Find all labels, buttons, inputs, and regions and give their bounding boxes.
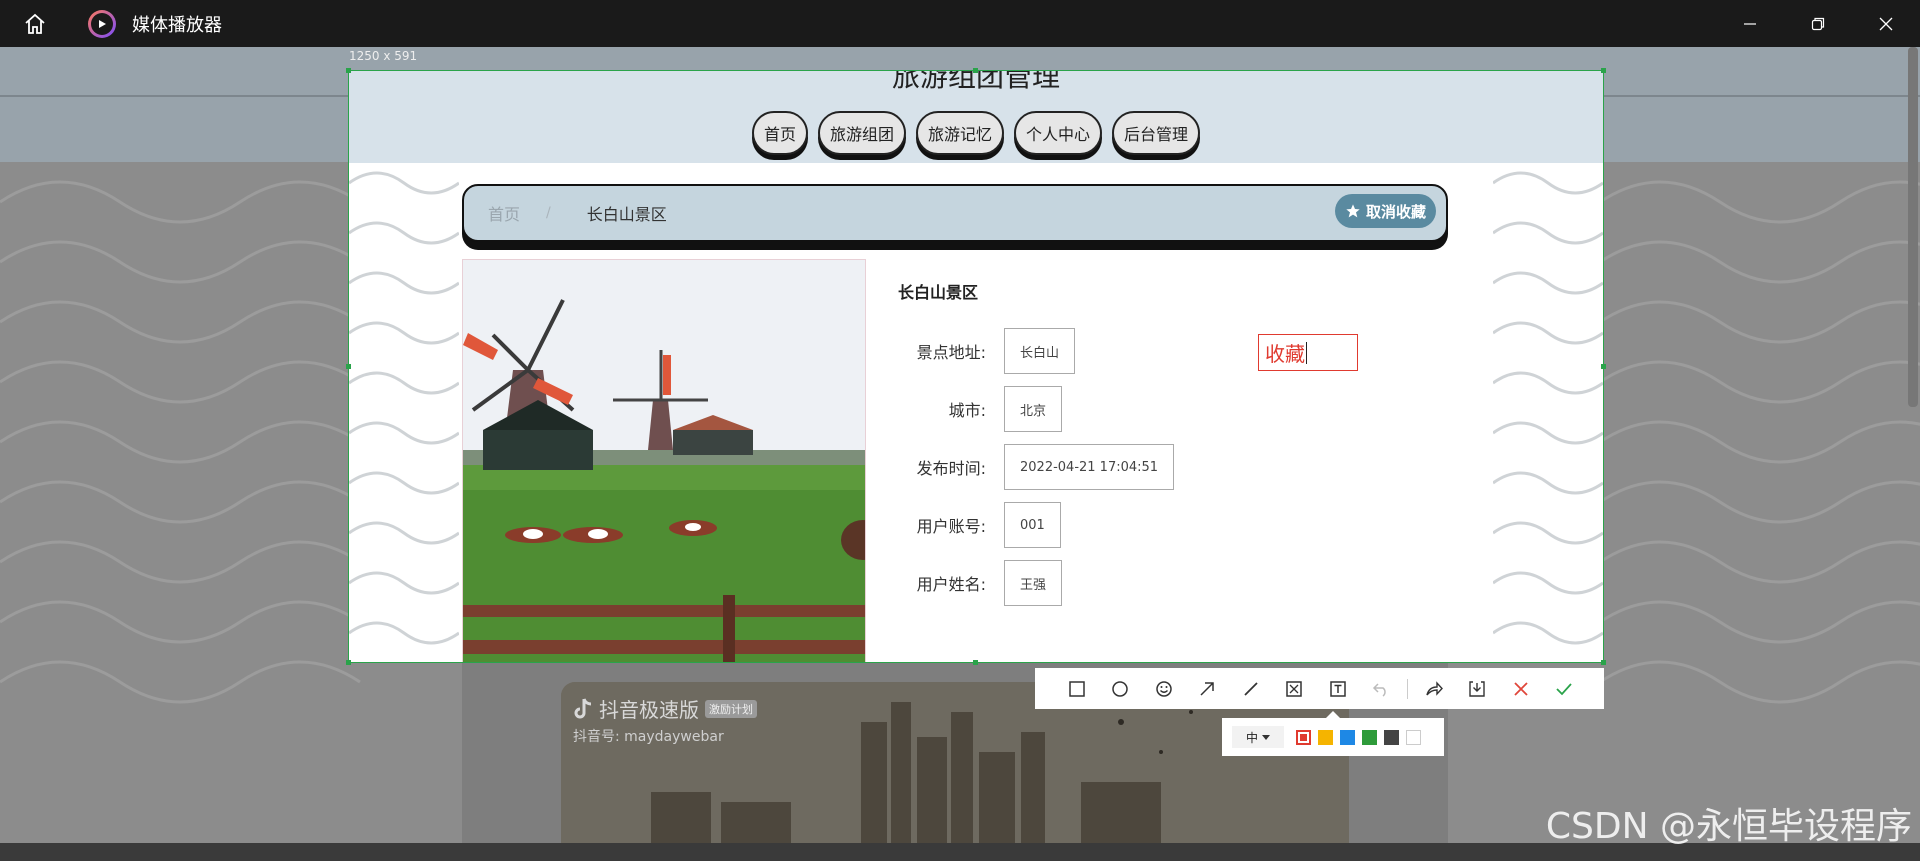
main-nav: 首页 旅游组团 旅游记忆 个人中心 后台管理 <box>349 111 1603 155</box>
text-caret <box>1306 341 1307 364</box>
user-account-label: 用户账号: <box>916 517 986 536</box>
arrow-tool-button[interactable] <box>1186 668 1230 709</box>
arrow-icon <box>1200 681 1214 696</box>
wave-pattern-right <box>1493 171 1603 645</box>
color-swatch-green[interactable] <box>1362 729 1377 745</box>
text-annotation-input[interactable]: 收藏 <box>1258 334 1358 371</box>
close-window-button[interactable] <box>1852 0 1920 47</box>
color-swatch-red[interactable] <box>1296 729 1311 745</box>
mosaic-icon <box>1286 680 1302 697</box>
nav-item-personal-center[interactable]: 个人中心 <box>1014 111 1103 155</box>
field-row-publish-time: 发布时间: 2022-04-21 17:04:51 <box>898 444 1175 490</box>
rectangle-icon <box>1069 680 1085 697</box>
breadcrumb: 首页 / 长白山景区 取消收藏 <box>462 184 1448 242</box>
annotation-style-panel: 中 <box>1222 711 1444 756</box>
city-value: 北京 <box>1004 386 1063 432</box>
restore-icon <box>1811 17 1825 30</box>
toolbar-divider <box>1407 678 1408 699</box>
selection-handle[interactable] <box>346 660 351 665</box>
publish-time-value: 2022-04-21 17:04:51 <box>1004 444 1175 490</box>
nav-item-tour-groups[interactable]: 旅游组团 <box>817 111 906 155</box>
text-tool-button[interactable] <box>1316 668 1360 709</box>
media-player-app-icon <box>88 9 116 38</box>
field-row-user-name: 用户姓名: 王强 <box>898 560 1063 606</box>
detail-title: 长白山景区 <box>898 283 979 302</box>
user-account-value: 001 <box>1004 502 1061 548</box>
color-swatch-gray[interactable] <box>1384 729 1399 745</box>
address-value: 长白山 <box>1004 328 1076 374</box>
selection-handle[interactable] <box>1601 660 1606 665</box>
nav-item-home[interactable]: 首页 <box>751 111 808 155</box>
color-swatch-white[interactable] <box>1406 729 1421 745</box>
nav-item-travel-memories[interactable]: 旅游记忆 <box>915 111 1004 155</box>
window-title: 媒体播放器 <box>132 14 222 36</box>
close-icon <box>1879 17 1893 30</box>
home-icon <box>25 13 45 34</box>
field-row-city: 城市: 北京 <box>898 386 1063 432</box>
screenshot-selection-area[interactable]: 旅游组团管理 首页 旅游组团 旅游记忆 个人中心 后台管理 首页 / 长白山景区… <box>348 70 1604 663</box>
selection-handle[interactable] <box>973 660 978 665</box>
color-swatch-yellow[interactable] <box>1318 729 1333 745</box>
selection-handle[interactable] <box>973 68 978 73</box>
star-icon <box>1346 204 1360 218</box>
window-titlebar: 媒体播放器 <box>0 0 1920 47</box>
site-title: 旅游组团管理 <box>891 70 1060 93</box>
detail-panel: 长白山景区 景点地址: 长白山 城市: 北京 发布时间: 2022-04-21 … <box>462 259 1448 662</box>
csdn-watermark: CSDN @永恒毕设程序 <box>1545 806 1912 847</box>
nav-item-admin[interactable]: 后台管理 <box>1112 111 1201 155</box>
line-icon <box>1244 681 1258 696</box>
download-button[interactable] <box>1456 668 1500 709</box>
cancel-favorite-button[interactable]: 取消收藏 <box>1334 194 1436 228</box>
bg-scrollbar[interactable] <box>1908 47 1918 407</box>
text-icon <box>1330 680 1346 697</box>
user-name-label: 用户姓名: <box>916 575 986 594</box>
confirm-icon <box>1556 682 1572 695</box>
publish-time-label: 发布时间: <box>916 459 986 478</box>
line-tool-button[interactable] <box>1229 668 1273 709</box>
ellipse-icon <box>1112 680 1128 697</box>
capture-size-label: 1250 x 591 <box>349 49 418 63</box>
field-row-user-account: 用户账号: 001 <box>898 502 1061 548</box>
selection-handle[interactable] <box>346 68 351 73</box>
confirm-capture-button[interactable] <box>1543 668 1587 709</box>
font-size-select[interactable]: 中 <box>1232 726 1284 748</box>
user-name-value: 王强 <box>1004 560 1063 606</box>
bg-video-brand: 抖音极速版 激励计划 <box>573 694 757 723</box>
ellipse-tool-button[interactable] <box>1099 668 1143 709</box>
minimize-button[interactable] <box>1716 0 1784 47</box>
douyin-logo-icon <box>574 697 592 718</box>
cancel-capture-button[interactable] <box>1499 668 1543 709</box>
wave-pattern-left <box>349 171 459 645</box>
breadcrumb-current: 长白山景区 <box>586 205 667 224</box>
minimize-icon <box>1744 22 1756 25</box>
download-icon <box>1469 680 1485 697</box>
city-label: 城市: <box>948 401 986 420</box>
home-button[interactable] <box>0 0 70 47</box>
breadcrumb-separator: / <box>546 205 551 221</box>
chevron-down-icon <box>1262 734 1270 740</box>
emoji-tool-button[interactable] <box>1142 668 1186 709</box>
selection-handle[interactable] <box>346 364 351 369</box>
selection-handle[interactable] <box>1601 68 1606 73</box>
color-swatch-blue[interactable] <box>1340 729 1355 745</box>
scenic-spot-photo <box>462 259 866 662</box>
emoji-icon <box>1156 680 1172 697</box>
rectangle-tool-button[interactable] <box>1055 668 1099 709</box>
breadcrumb-home-link[interactable]: 首页 <box>488 201 520 225</box>
share-icon <box>1426 680 1443 696</box>
undo-icon <box>1373 682 1386 697</box>
mosaic-tool-button[interactable] <box>1273 668 1317 709</box>
field-row-address: 景点地址: 长白山 <box>898 328 1076 374</box>
bg-video-account: 抖音号: maydaywebar <box>573 729 724 745</box>
site-header: 旅游组团管理 首页 旅游组团 旅游记忆 个人中心 后台管理 <box>349 71 1603 163</box>
restore-button[interactable] <box>1784 0 1852 47</box>
address-label: 景点地址: <box>916 343 986 362</box>
close-icon <box>1514 681 1528 696</box>
selection-handle[interactable] <box>1601 364 1606 369</box>
undo-button[interactable] <box>1360 668 1404 709</box>
screenshot-toolbar <box>1035 668 1604 709</box>
share-button[interactable] <box>1412 668 1456 709</box>
